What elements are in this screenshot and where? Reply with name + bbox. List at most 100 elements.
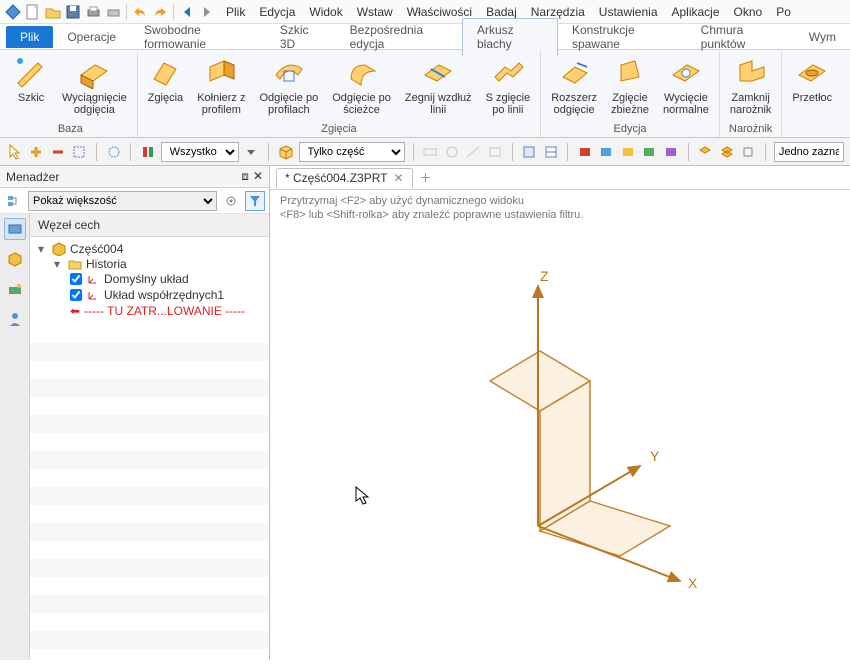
select-only-part[interactable]: Tylko część — [299, 142, 405, 162]
side-tab-features[interactable] — [4, 218, 26, 240]
chevron-down-icon[interactable] — [243, 142, 260, 162]
btn-press[interactable]: Przetłoc — [786, 52, 838, 122]
filter-geom-icon[interactable] — [105, 142, 122, 162]
menu-window[interactable]: Okno — [734, 5, 763, 19]
settings-icon[interactable] — [221, 191, 241, 211]
feature-tree[interactable]: ▾ Część004 ▾ Historia — [30, 237, 269, 325]
ribbon-tab-freeform[interactable]: Swobodne formowanie — [130, 19, 266, 55]
ribbon-tab-file[interactable]: Plik — [6, 26, 53, 48]
tree-check[interactable] — [70, 273, 82, 285]
print-preview-icon[interactable] — [104, 3, 122, 21]
close-panel-icon[interactable]: ✕ — [253, 169, 263, 184]
mat-icon-2[interactable] — [598, 142, 615, 162]
add-select-icon[interactable] — [27, 142, 44, 162]
menu-apps[interactable]: Aplikacje — [672, 5, 720, 19]
ribbon-tab-weldments[interactable]: Konstrukcje spawane — [558, 19, 687, 55]
menu-overflow[interactable]: Po — [776, 5, 791, 19]
btn-taper-bend[interactable]: Zgięcie zbieżne — [605, 52, 655, 122]
component-icon[interactable] — [139, 142, 156, 162]
ribbon-tab-operations[interactable]: Operacje — [53, 26, 130, 48]
selection-name-input[interactable] — [774, 142, 844, 162]
dim-icon-2[interactable] — [443, 142, 460, 162]
part-icon — [52, 242, 66, 256]
side-tab-user[interactable] — [4, 308, 26, 330]
btn-bend-path[interactable]: Odgięcie po ścieżce — [326, 52, 397, 122]
btn-close-corner[interactable]: Zamknij narożnik — [724, 52, 778, 122]
layer-icon-3[interactable] — [740, 142, 757, 162]
mouse-cursor-icon — [355, 486, 371, 506]
menu-insert[interactable]: Wstaw — [357, 5, 393, 19]
csys-icon — [86, 288, 100, 302]
ribbon-tab-sketch3d[interactable]: Szkic 3D — [266, 19, 336, 55]
tree-toggle[interactable]: ▾ — [38, 242, 48, 256]
menu-inspect[interactable]: Badaj — [486, 5, 517, 19]
cube-icon[interactable] — [277, 142, 294, 162]
tree-check[interactable] — [70, 289, 82, 301]
filter-funnel-icon[interactable] — [245, 191, 265, 211]
layer-icon-2[interactable] — [718, 142, 735, 162]
dim-icon-1[interactable] — [422, 142, 439, 162]
tree-toggle[interactable]: ▾ — [54, 257, 64, 271]
dim-icon-3[interactable] — [465, 142, 482, 162]
ribbon-tab-pointcloud[interactable]: Chmura punktów — [687, 19, 795, 55]
btn-bend-along-line[interactable]: Zegnij wzdłuż linii — [399, 52, 478, 122]
close-tab-icon[interactable]: ✕ — [394, 171, 404, 185]
axis-z-label: Z — [540, 268, 549, 284]
rollback-arrow-icon[interactable]: ⬅ — [70, 304, 80, 318]
dim-icon-4[interactable] — [486, 142, 503, 162]
new-icon[interactable] — [24, 3, 42, 21]
btn-bends[interactable]: Zgięcia — [142, 52, 189, 122]
layer-icon-1[interactable] — [697, 142, 714, 162]
mat-icon-4[interactable] — [641, 142, 658, 162]
3d-canvas[interactable]: Z Y X — [270, 226, 850, 660]
side-tab-box[interactable] — [4, 248, 26, 270]
menu-props[interactable]: Właściwości — [407, 5, 472, 19]
pin-icon[interactable]: ⧈ — [241, 169, 249, 184]
mat-icon-1[interactable] — [576, 142, 593, 162]
btn-extrude-flange[interactable]: Wyciągnięcie odgięcia — [56, 52, 133, 122]
ribbon-group-base: Szkic Wyciągnięcie odgięcia Baza — [4, 52, 138, 137]
side-tab-visual[interactable] — [4, 278, 26, 300]
manager-side-tabs — [0, 214, 30, 660]
document-tab-bar: * Część004.Z3PRT ✕ ＋ — [270, 166, 850, 190]
btn-sbend-line[interactable]: S zgięcie po linii — [480, 52, 537, 122]
menu-settings[interactable]: Ustawienia — [599, 5, 658, 19]
ribbon-group-extra: Przetłoc — [782, 52, 842, 137]
document-tab[interactable]: * Część004.Z3PRT ✕ — [276, 168, 413, 188]
menu-view[interactable]: Widok — [309, 5, 342, 19]
menu-file[interactable]: Plik — [226, 5, 245, 19]
ribbon-tab-dim[interactable]: Wym — [795, 26, 850, 48]
view-icon-2[interactable] — [542, 142, 559, 162]
open-icon[interactable] — [44, 3, 62, 21]
window-select-icon[interactable] — [70, 142, 87, 162]
filter-select[interactable]: Pokaż większość — [28, 191, 217, 211]
tree-node-default-csys[interactable]: Domyślny układ — [104, 272, 189, 286]
remove-select-icon[interactable] — [49, 142, 66, 162]
ribbon-body: Szkic Wyciągnięcie odgięcia Baza Zgięcia… — [0, 50, 850, 138]
tree-root[interactable]: Część004 — [70, 242, 123, 256]
menu-tools[interactable]: Narzędzia — [531, 5, 585, 19]
save-icon[interactable] — [64, 3, 82, 21]
axis-x-label: X — [688, 575, 698, 591]
tree-view-icon[interactable] — [4, 191, 24, 211]
btn-flange-profile[interactable]: Kołnierz z profilem — [191, 52, 251, 122]
btn-bend-profiles[interactable]: Odgięcie po profilach — [253, 52, 324, 122]
ribbon-tab-sheetmetal[interactable]: Arkusz blachy — [462, 18, 558, 56]
mat-icon-3[interactable] — [619, 142, 636, 162]
view-icon-1[interactable] — [520, 142, 537, 162]
btn-sketch[interactable]: Szkic — [8, 52, 54, 122]
print-icon[interactable] — [84, 3, 102, 21]
select-arrow-icon[interactable] — [6, 142, 23, 162]
tree-rollback-marker[interactable]: ----- TU ZATR...LOWANIE ----- — [84, 304, 245, 318]
btn-normal-cut[interactable]: Wycięcie normalne — [657, 52, 715, 122]
btn-extend-bend[interactable]: Rozszerz odgięcie — [545, 52, 603, 122]
viewport-hint: Przytrzymaj <F2> aby użyć dynamicznego w… — [270, 190, 850, 226]
menu-edit[interactable]: Edycja — [259, 5, 295, 19]
tree-node-csys1[interactable]: Układ współrzędnych1 — [104, 288, 224, 302]
tree-history[interactable]: Historia — [86, 257, 127, 271]
add-tab-icon[interactable]: ＋ — [417, 169, 435, 187]
ribbon-tab-directedit[interactable]: Bezpośrednia edycja — [336, 19, 462, 55]
viewport: * Część004.Z3PRT ✕ ＋ Przytrzymaj <F2> ab… — [270, 166, 850, 660]
mat-icon-5[interactable] — [662, 142, 679, 162]
select-scope[interactable]: Wszystko — [161, 142, 239, 162]
